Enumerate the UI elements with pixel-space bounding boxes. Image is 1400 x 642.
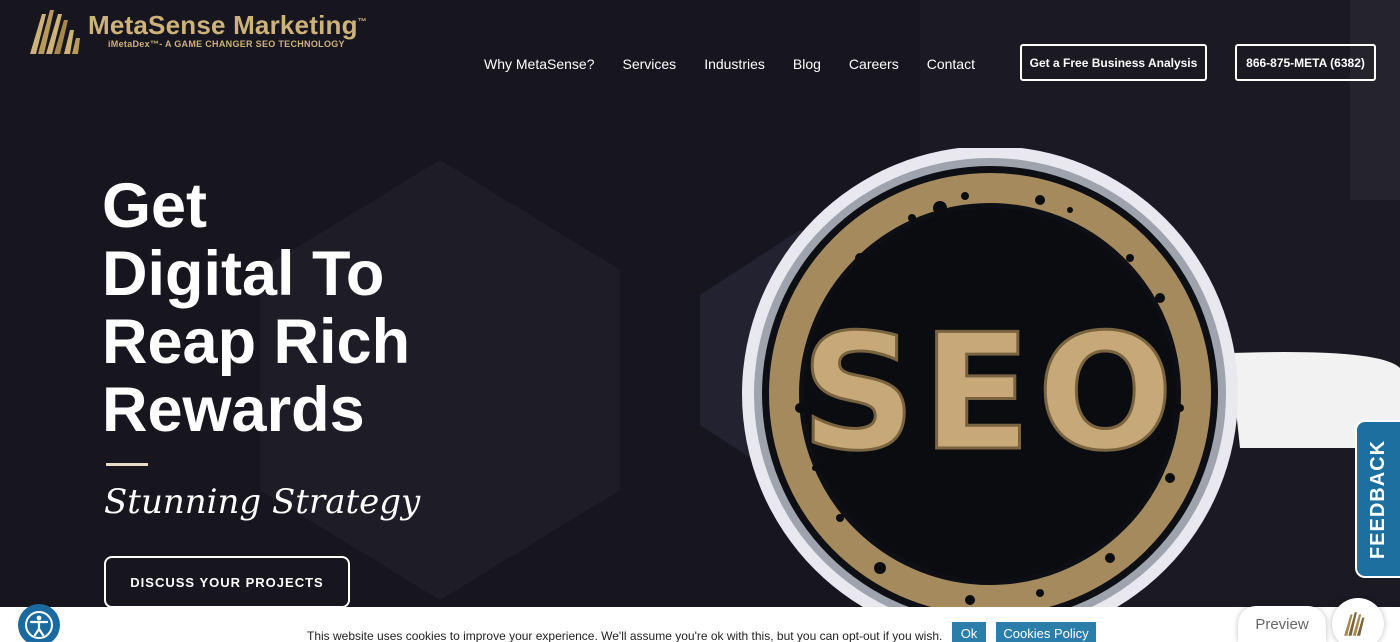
phone-button[interactable]: 866-875-META (6382) <box>1235 44 1376 81</box>
main-nav: Why MetaSense? Services Industries Blog … <box>484 56 1003 72</box>
cup-seo-text: SEO <box>801 299 1180 486</box>
brand-tagline: iMetaDex™- A GAME CHANGER SEO TECHNOLOGY <box>108 39 345 49</box>
hero-script-subtitle: Stunning Strategy <box>104 482 421 522</box>
preview-label[interactable]: Preview <box>1238 606 1326 642</box>
hero-title-line: Reap Rich <box>102 307 411 377</box>
cookie-ok-button[interactable]: Ok <box>952 622 986 642</box>
nav-item-why-metasense[interactable]: Why MetaSense? <box>484 56 595 72</box>
hero-title-line: Digital To <box>102 239 385 309</box>
chat-widget-button[interactable] <box>1332 598 1384 642</box>
brand-name: MetaSense Marketing <box>88 10 358 40</box>
brand-trademark: ™ <box>357 16 367 27</box>
accessibility-icon <box>25 611 53 639</box>
discuss-projects-button[interactable]: DISCUSS YOUR PROJECTS <box>104 556 350 608</box>
brand-chat-icon <box>1344 612 1365 636</box>
feedback-tab[interactable]: FEEDBACK <box>1355 420 1400 578</box>
hero-title-line: Rewards <box>102 375 365 445</box>
cookie-banner: This website uses cookies to improve you… <box>0 607 1400 642</box>
nav-item-careers[interactable]: Careers <box>849 56 899 72</box>
logo-mark-icon <box>30 10 80 54</box>
hero-title: Get Digital To Reap Rich Rewards <box>102 172 522 444</box>
cookie-message: This website uses cookies to improve you… <box>307 629 943 642</box>
accessibility-button[interactable] <box>18 604 60 642</box>
nav-item-services[interactable]: Services <box>623 56 677 72</box>
hero-title-line: Get <box>102 171 208 241</box>
cookie-policy-button[interactable]: Cookies Policy <box>996 622 1096 642</box>
seo-coffee-cup-image: SEO <box>742 148 1400 642</box>
hero-divider <box>106 463 148 466</box>
feedback-label: FEEDBACK <box>1367 439 1389 559</box>
nav-item-industries[interactable]: Industries <box>704 56 765 72</box>
nav-item-contact[interactable]: Contact <box>927 56 975 72</box>
free-analysis-button[interactable]: Get a Free Business Analysis <box>1020 44 1207 81</box>
site-logo[interactable]: MetaSense Marketing™ iMetaDex™- A GAME C… <box>28 8 367 56</box>
nav-item-blog[interactable]: Blog <box>793 56 821 72</box>
